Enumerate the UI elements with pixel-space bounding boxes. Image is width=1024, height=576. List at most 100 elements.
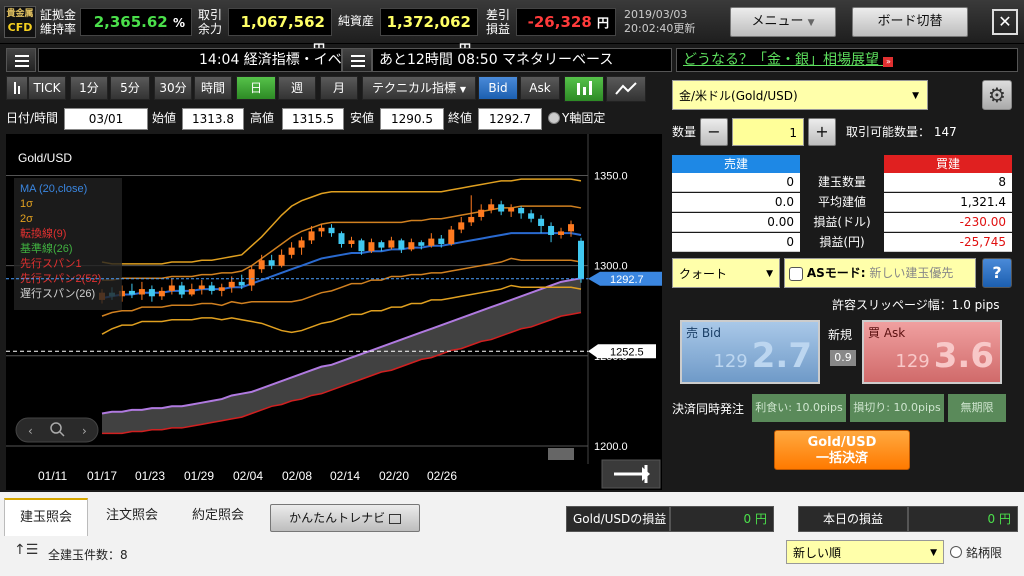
pl-label: 差引 損益 bbox=[486, 8, 511, 36]
scroll-right-icon[interactable] bbox=[601, 459, 661, 489]
candle bbox=[178, 285, 185, 295]
candle bbox=[428, 238, 435, 246]
settle-label: 決済同時発注 bbox=[672, 402, 745, 416]
ticker-menu-icon[interactable] bbox=[6, 48, 36, 72]
candle bbox=[418, 242, 425, 246]
candle bbox=[138, 289, 145, 295]
period-30m[interactable]: 30分 bbox=[154, 76, 192, 100]
candle bbox=[508, 207, 515, 212]
indefinite-button[interactable]: 無期限 bbox=[948, 394, 1006, 422]
candle bbox=[558, 231, 565, 235]
candle bbox=[538, 218, 545, 226]
top-bar: 貴金属 CFD 証拠金 維持率 2,365.62 % 取引 余力 1,067,562… bbox=[0, 0, 1024, 56]
x-tick-label: 02/08 bbox=[282, 469, 312, 483]
technical-indicator-dropdown[interactable]: テクニカル指標 ▼ bbox=[362, 76, 476, 100]
ticker-menu-icon-2[interactable] bbox=[342, 48, 372, 72]
net-assets-label: 純資産 bbox=[338, 14, 375, 28]
chart-type-icon[interactable] bbox=[6, 76, 28, 100]
scroll-grip[interactable] bbox=[548, 448, 574, 460]
ask-toggle[interactable]: Ask bbox=[520, 76, 560, 100]
board-switch-button[interactable]: ボード切替 bbox=[852, 7, 968, 37]
line-chart-icon[interactable] bbox=[606, 76, 646, 102]
x-tick-label: 02/20 bbox=[379, 469, 409, 483]
sort-select[interactable]: 新しい順 ▼ bbox=[786, 540, 944, 564]
gold-pl-label: Gold/USDの損益 bbox=[566, 506, 670, 532]
available-value: 1,067,562 円 bbox=[228, 8, 332, 56]
quantity-label: 数量 bbox=[672, 125, 697, 139]
chevron-down-icon: ▼ bbox=[766, 269, 773, 279]
candle bbox=[518, 207, 525, 214]
help-icon[interactable]: ? bbox=[982, 258, 1012, 288]
ticker-news-link[interactable]: どうなる？「金・銀」相場展望 » bbox=[676, 48, 1018, 72]
tab-positions[interactable]: 建玉照会 bbox=[4, 498, 88, 536]
symbol-select[interactable]: 金/米ドル(Gold/USD) ▼ bbox=[672, 80, 928, 110]
chevron-right-icon[interactable]: › bbox=[82, 424, 87, 438]
quantity-plus-button[interactable]: + bbox=[808, 118, 836, 146]
as-mode-box[interactable]: ASモード: 新しい建玉優先 bbox=[784, 258, 976, 288]
period-5m[interactable]: 5分 bbox=[110, 76, 150, 100]
legend-item: 2σ bbox=[20, 213, 33, 225]
period-hour[interactable]: 時間 bbox=[194, 76, 232, 100]
candle bbox=[398, 240, 405, 250]
chevron-down-icon: ▼ bbox=[930, 548, 937, 558]
yfix-radio[interactable] bbox=[548, 112, 560, 124]
margin-ratio-label: 証拠金 維持率 bbox=[40, 8, 77, 36]
chevron-left-icon[interactable]: ‹ bbox=[28, 424, 33, 438]
period-week[interactable]: 週 bbox=[278, 76, 316, 100]
candle bbox=[338, 233, 345, 244]
bottom-panel: 建玉照会 注文照会 約定照会 かんたんトレナビ Gold/USDの損益 0 円 … bbox=[0, 492, 1024, 576]
brand-label: 銘柄限 bbox=[966, 546, 1003, 560]
sell-bid-button[interactable]: 売 Bid 129 2.7 bbox=[680, 320, 820, 384]
y-tick-label: 1350.0 bbox=[594, 170, 628, 182]
gear-icon[interactable]: ⚙ bbox=[982, 80, 1012, 110]
update-time: 2019/03/03 20:02:40更新 bbox=[624, 8, 696, 35]
candle bbox=[498, 204, 505, 212]
sell-avg: 0.0 bbox=[672, 193, 800, 212]
bid-toggle[interactable]: Bid bbox=[478, 76, 518, 100]
period-day[interactable]: 日 bbox=[236, 76, 276, 100]
legend-item: 基準線(26) bbox=[20, 241, 73, 255]
order-type-select[interactable]: クォート ▼ bbox=[672, 258, 780, 288]
period-tick[interactable]: TICK bbox=[28, 76, 66, 100]
candle bbox=[348, 240, 355, 244]
period-1m[interactable]: 1分 bbox=[70, 76, 108, 100]
price-chart[interactable]: MA (20,close)1σ2σ転換線(9)基準線(26)先行スパン1先行スパ… bbox=[6, 134, 662, 490]
spread-value: 0.9 bbox=[830, 350, 856, 366]
legend-item: 1σ bbox=[20, 198, 33, 210]
quantity-minus-button[interactable]: − bbox=[700, 118, 728, 146]
y-tick-label: 1200.0 bbox=[594, 441, 628, 453]
candle bbox=[218, 287, 225, 291]
x-tick-label: 01/23 bbox=[135, 469, 165, 483]
candle-chart-icon[interactable] bbox=[564, 76, 604, 102]
take-profit-button[interactable]: 利食い: 10.0pips bbox=[752, 394, 846, 422]
menu-button[interactable]: メニュー ▼ bbox=[730, 7, 836, 37]
candle bbox=[408, 242, 415, 250]
trenavi-button[interactable]: かんたんトレナビ bbox=[270, 504, 420, 532]
sort-icon[interactable]: ↑☰ bbox=[14, 542, 38, 558]
close-icon[interactable]: ✕ bbox=[992, 9, 1018, 35]
sell-pl-jpy: 0 bbox=[672, 233, 800, 252]
marker-price-label: 1252.5 bbox=[610, 346, 644, 358]
candle bbox=[328, 227, 335, 234]
chevron-down-icon: ▼ bbox=[807, 18, 815, 28]
x-tick-label: 02/04 bbox=[233, 469, 263, 483]
period-month[interactable]: 月 bbox=[320, 76, 358, 100]
logo-line1: 貴金属 bbox=[6, 9, 34, 19]
candle bbox=[258, 260, 265, 270]
ticker-events[interactable]: 14:04 経済指標・イベ bbox=[38, 48, 342, 72]
zoom-control[interactable]: ‹ › bbox=[15, 417, 99, 443]
x-tick-label: 01/29 bbox=[184, 469, 214, 483]
quantity-input[interactable]: 1 bbox=[732, 118, 804, 146]
candle bbox=[238, 281, 245, 286]
bulk-settle-button[interactable]: Gold/USD 一括決済 bbox=[774, 430, 910, 470]
tab-orders[interactable]: 注文照会 bbox=[92, 498, 172, 536]
high-value: 1315.5 bbox=[282, 108, 344, 130]
ticker-schedule[interactable]: あと12時間 08:50 マネタリーベース bbox=[372, 48, 672, 72]
tab-executions[interactable]: 約定照会 bbox=[176, 498, 260, 536]
stop-loss-button[interactable]: 損切り: 10.0pips bbox=[850, 394, 944, 422]
chevron-down-icon: ▼ bbox=[459, 85, 466, 94]
as-mode-checkbox[interactable] bbox=[789, 266, 803, 281]
buy-pl-jpy: -25,745 bbox=[884, 233, 1012, 252]
brand-radio[interactable] bbox=[950, 546, 962, 558]
buy-ask-button[interactable]: 買 Ask 129 3.6 bbox=[862, 320, 1002, 384]
